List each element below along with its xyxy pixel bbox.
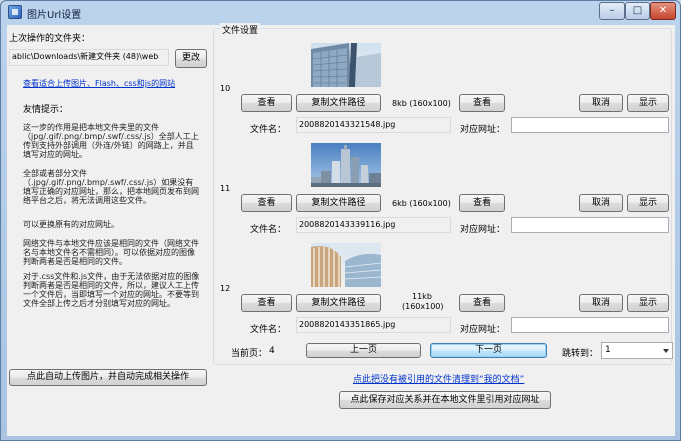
view-remote-button[interactable]: 查看 xyxy=(459,94,505,112)
show-button[interactable]: 显示 xyxy=(627,194,669,212)
minimize-button[interactable]: – xyxy=(599,2,625,20)
auto-upload-button[interactable]: 点此自动上传图片，并自动完成相关操作 xyxy=(9,369,207,386)
view-local-button[interactable]: 查看 xyxy=(241,294,292,312)
tips-title: 友情提示： xyxy=(23,105,69,115)
goto-page-value: 1 xyxy=(605,345,611,355)
url-input[interactable] xyxy=(511,317,669,333)
url-input[interactable] xyxy=(511,217,669,233)
file-settings-group: 文件设置 10 查看 复制文件路径 8kb (160x100) 查看 取消 显示… xyxy=(213,23,672,365)
cancel-button[interactable]: 取消 xyxy=(579,194,623,212)
change-folder-button[interactable]: 更改 xyxy=(175,49,207,68)
url-input[interactable] xyxy=(511,117,669,133)
cleanup-link[interactable]: 点此把没有被引用的文件清理到“我的文档” xyxy=(353,372,524,385)
url-label: 对应网址： xyxy=(460,225,506,235)
current-page-value: 4 xyxy=(269,346,275,356)
cancel-button[interactable]: 取消 xyxy=(579,94,623,112)
tip-1: 这一步的作用是把本地文件夹里的文件（jpg/.gif/.png/.bmp/.sw… xyxy=(23,123,199,159)
save-mapping-button[interactable]: 点此保存对应关系并在本地文件里引用对应网址 xyxy=(339,391,551,409)
goto-page-select[interactable]: 1 xyxy=(601,342,673,359)
view-local-button[interactable]: 查看 xyxy=(241,194,292,212)
filename-field: 2008820143351865.jpg xyxy=(296,317,451,333)
left-panel: 上次操作的文件夹： ablic\Downloads\新建文件夹 (48)\web… xyxy=(9,28,213,358)
next-page-button[interactable]: 下一页 xyxy=(430,343,547,358)
folder-path-field[interactable]: ablic\Downloads\新建文件夹 (48)\web xyxy=(9,49,169,66)
copy-path-button[interactable]: 复制文件路径 xyxy=(296,294,381,312)
filename-field: 2008820143321548.jpg xyxy=(296,117,451,133)
goto-label: 跳转到： xyxy=(562,349,599,359)
filename-label: 文件名： xyxy=(250,125,287,135)
filename-label: 文件名： xyxy=(250,325,287,335)
view-remote-button[interactable]: 查看 xyxy=(459,194,505,212)
prev-page-button[interactable]: 上一页 xyxy=(306,343,421,358)
file-dimensions-label: (160x100) xyxy=(402,302,444,311)
client-area: 上次操作的文件夹： ablic\Downloads\新建文件夹 (48)\web… xyxy=(7,23,675,436)
view-local-button[interactable]: 查看 xyxy=(241,94,292,112)
url-label: 对应网址： xyxy=(460,125,506,135)
tip-3: 可以更换原有的对应网址。 xyxy=(23,220,119,229)
slot-index: 11 xyxy=(220,184,231,193)
maximize-button[interactable]: □ xyxy=(625,2,650,20)
upload-sites-link[interactable]: 查看适合上传图片、Flash、css和js的网站 xyxy=(23,78,175,89)
thumbnail-image xyxy=(311,243,381,287)
copy-path-button[interactable]: 复制文件路径 xyxy=(296,194,381,212)
filename-label: 文件名： xyxy=(250,225,287,235)
show-button[interactable]: 显示 xyxy=(627,94,669,112)
file-size-label: 6kb (160x100) xyxy=(392,199,451,208)
thumbnail-image xyxy=(311,43,381,87)
slot-index: 12 xyxy=(220,284,231,293)
last-folder-label: 上次操作的文件夹： xyxy=(9,34,91,44)
thumbnail-image xyxy=(311,143,381,187)
group-title: 文件设置 xyxy=(220,23,261,36)
url-label: 对应网址： xyxy=(460,325,506,335)
chevron-down-icon[interactable] xyxy=(663,349,669,353)
close-button[interactable]: ✕ xyxy=(650,2,676,20)
app-window: 图片Url设置 – □ ✕ 上次操作的文件夹： ablic\Downloads\… xyxy=(0,0,681,441)
cancel-button[interactable]: 取消 xyxy=(579,294,623,312)
slot-index: 10 xyxy=(220,84,231,93)
view-remote-button[interactable]: 查看 xyxy=(459,294,505,312)
window-title: 图片Url设置 xyxy=(27,10,82,21)
file-size-label: 11kb xyxy=(412,292,432,301)
app-icon xyxy=(8,5,22,19)
tip-5: 对于.css文件和.js文件，由于无法依据对应的图像判断两者是否是相同的文件，所… xyxy=(23,272,200,308)
filename-field: 2008820143339116.jpg xyxy=(296,217,451,233)
show-button[interactable]: 显示 xyxy=(627,294,669,312)
copy-path-button[interactable]: 复制文件路径 xyxy=(296,94,381,112)
tip-2: 全部或者部分文件（.jpg/.gif/.png/.bmp/.swf/.css/.… xyxy=(23,169,199,205)
current-page-label: 当前页： xyxy=(231,349,268,359)
file-size-label: 8kb (160x100) xyxy=(392,99,451,108)
title-bar[interactable]: 图片Url设置 – □ ✕ xyxy=(1,1,680,25)
tip-4: 网络文件与本地文件应该是相同的文件（网络文件名与本地文件名不需相同）。可以依据对… xyxy=(23,239,199,266)
